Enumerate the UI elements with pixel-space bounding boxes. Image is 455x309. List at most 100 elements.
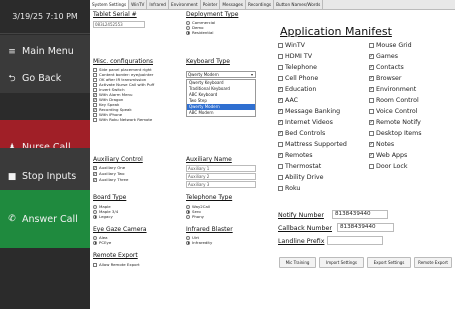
manifest-remote-notify-checkbox[interactable]: ✓ Remote Notify: [369, 118, 421, 127]
deployment-residential-radio[interactable]: Residential: [186, 30, 213, 35]
infrared-infraredity-label: Infraredity: [192, 240, 213, 245]
manifest-door-lock-checkbox[interactable]: Door Lock: [369, 162, 408, 171]
manifest-web-apps-checkbox[interactable]: ✓ Web Apps: [369, 151, 407, 160]
manifest-contacts-checkbox[interactable]: ✓ Contacts: [369, 63, 404, 72]
manifest-voice-control-checkbox[interactable]: Voice Control: [369, 107, 418, 116]
auxiliary-one-checkbox[interactable]: ✓ Auxiliary One: [93, 165, 125, 170]
manifest-roku-checkbox[interactable]: Roku: [278, 184, 300, 193]
remote-export-button[interactable]: Remote Export: [414, 257, 452, 268]
tab-system-settings[interactable]: System Settings: [90, 0, 130, 9]
manifest-browser-checkbox[interactable]: ✓ Browser: [369, 74, 402, 83]
manifest-item-label: AAC: [285, 97, 299, 104]
manifest-ability-drive-checkbox[interactable]: Ability Drive: [278, 173, 324, 182]
tab-recordings[interactable]: Recordings: [246, 0, 275, 9]
tab-messages[interactable]: Messages: [220, 0, 246, 9]
manifest-games-checkbox[interactable]: ✓ Games: [369, 52, 398, 61]
checkbox: ✓: [93, 165, 97, 170]
manifest-hdmi-tv-checkbox[interactable]: HDMI TV: [278, 52, 312, 61]
tab-button-names-words[interactable]: Button Names/Words: [274, 0, 324, 9]
manifest-aac-checkbox[interactable]: ✓ AAC: [278, 96, 298, 105]
eye-gaze-pceye-radio[interactable]: PCEye: [93, 240, 111, 245]
checkbox: [93, 77, 97, 82]
export-settings-button[interactable]: Export Settings: [367, 257, 411, 268]
system-settings-panel: Tablet Serial # 083L2452553 Deployment T…: [90, 10, 455, 309]
import-settings-button[interactable]: Import Settings: [319, 257, 364, 268]
manifest-remotes-checkbox[interactable]: ✓ Remotes: [278, 151, 313, 160]
infrared-infraredity-radio[interactable]: Infraredity: [186, 240, 212, 245]
manifest-item-label: WinTV: [285, 42, 305, 49]
radio-indicator: [186, 214, 190, 219]
checkbox: [278, 65, 283, 70]
checkbox: [278, 43, 283, 48]
radio-indicator: [186, 25, 190, 30]
manifest-desktop-items-checkbox[interactable]: Desktop Items: [369, 129, 422, 138]
manifest-mattress-supported-checkbox[interactable]: Mattress Supported: [278, 140, 347, 149]
manifest-environment-checkbox[interactable]: ✓ Environment: [369, 85, 416, 94]
auxiliary-name-3-field[interactable]: Auxiliary 3: [186, 181, 256, 188]
manifest-wintv-checkbox[interactable]: WinTV: [278, 41, 305, 50]
radio-indicator: [186, 235, 190, 240]
misc-option-label: With Roku Network Remote: [99, 117, 153, 122]
checkbox: [93, 262, 97, 267]
board-type-heading: Board Type: [93, 194, 127, 201]
manifest-thermostat-checkbox[interactable]: Thermostat: [278, 162, 321, 171]
application-manifest-title: Application Manifest: [280, 25, 392, 38]
telephone-phony-radio[interactable]: Phony: [186, 214, 204, 219]
tab-pointer[interactable]: Pointer: [201, 0, 221, 9]
go-back-button[interactable]: ⮌ Go Back: [0, 64, 90, 93]
checkbox: ✓: [93, 97, 97, 102]
keyboard-type-select[interactable]: Qwerty Modern ▾: [186, 71, 256, 78]
tab-wintv[interactable]: WinTV: [129, 0, 148, 9]
landline-prefix-label: Landline Prefix: [278, 238, 325, 245]
checkbox: [278, 142, 283, 147]
tab-environment[interactable]: Environment: [169, 0, 201, 9]
manifest-message-banking-checkbox[interactable]: ✓ Message Banking: [278, 107, 340, 116]
manifest-item-label: Voice Control: [376, 108, 418, 115]
manifest-item-label: Room Control: [376, 97, 419, 104]
manifest-mouse-grid-checkbox[interactable]: Mouse Grid: [369, 41, 412, 50]
manifest-telephone-checkbox[interactable]: Telephone: [278, 63, 317, 72]
auxiliary-three-checkbox[interactable]: ✓ Auxiliary Three: [93, 177, 128, 182]
callback-number-field[interactable]: 8138439440: [337, 223, 394, 232]
tablet-serial-field[interactable]: 083L2452553: [93, 21, 145, 28]
manifest-internet-videos-checkbox[interactable]: ✓ Internet Videos: [278, 118, 333, 127]
checkbox: [369, 43, 374, 48]
landline-prefix-field[interactable]: [327, 236, 383, 245]
auxiliary-one-label: Auxiliary One: [99, 165, 126, 170]
manifest-item-label: Remotes: [285, 152, 313, 159]
manifest-item-label: Notes: [376, 141, 395, 148]
checkbox: [93, 102, 97, 107]
manifest-item-label: Roku: [285, 185, 301, 192]
keyboard-type-dropdown-list: Qwerty Keyboard Traditional Keyboard ABC…: [186, 79, 256, 117]
manifest-room-control-checkbox[interactable]: Room Control: [369, 96, 419, 105]
auxiliary-two-checkbox[interactable]: ✓ Auxiliary Two: [93, 171, 125, 176]
misc-option[interactable]: With Roku Network Remote: [93, 117, 152, 122]
dropdown-option[interactable]: ABC Modern: [187, 110, 255, 116]
answer-call-label: Answer Call: [22, 213, 78, 225]
radio-indicator: [186, 204, 190, 209]
manifest-education-checkbox[interactable]: ✓ Education: [278, 85, 316, 94]
auxiliary-name-1-field[interactable]: Auxiliary 1: [186, 165, 256, 172]
back-arrow-icon: ⮌: [8, 73, 16, 84]
tablet-serial-heading: Tablet Serial #: [93, 11, 137, 18]
answer-call-button[interactable]: ✆ Answer Call: [0, 190, 90, 248]
auxiliary-name-2-field[interactable]: Auxiliary 2: [186, 173, 256, 180]
tab-infrared[interactable]: Infrared: [147, 0, 169, 9]
manifest-cell-phone-checkbox[interactable]: Cell Phone: [278, 74, 318, 83]
allow-remote-export-checkbox[interactable]: Allow Remote Export: [93, 262, 140, 267]
mic-training-button[interactable]: Mic Training: [279, 257, 316, 268]
radio-indicator: [186, 209, 190, 214]
manifest-bed-controls-checkbox[interactable]: ✓ Bed Controls: [278, 129, 325, 138]
board-legacy-radio[interactable]: Legacy: [93, 214, 113, 219]
auxiliary-control-heading: Auxiliary Control: [93, 156, 143, 163]
auxiliary-name-heading: Auxiliary Name: [186, 156, 232, 163]
checkbox: [93, 112, 97, 117]
phone-icon: ✆: [8, 214, 16, 224]
notify-number-field[interactable]: 8138439440: [332, 210, 388, 219]
manifest-notes-checkbox[interactable]: ✓ Notes: [369, 140, 394, 149]
radio-indicator: [186, 240, 190, 245]
go-back-label: Go Back: [22, 73, 62, 84]
checkbox: [93, 67, 97, 72]
radio-indicator: [93, 209, 97, 214]
radio-indicator: [93, 214, 97, 219]
